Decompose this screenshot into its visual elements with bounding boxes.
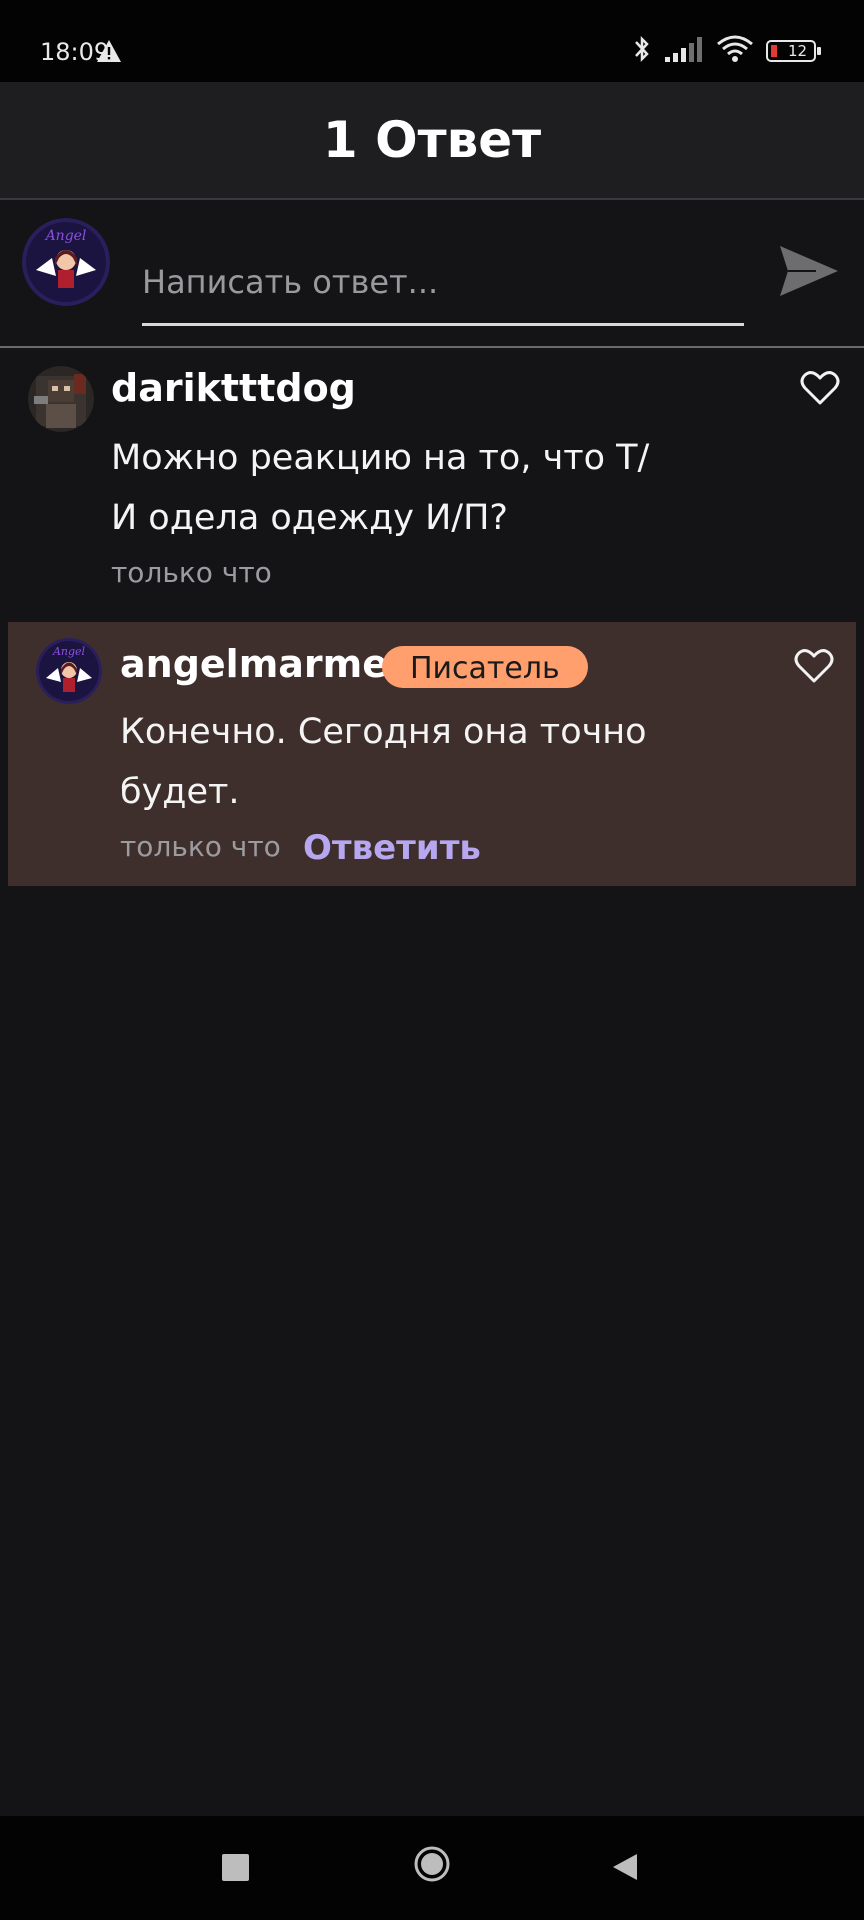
comment-item: dariktttdog Можно реакцию на то, что Т/И… bbox=[0, 348, 864, 618]
system-nav-bar bbox=[0, 1816, 864, 1920]
wifi-icon bbox=[716, 34, 754, 68]
reply-text: Конечно. Сегодня она точно будет. bbox=[120, 712, 647, 812]
send-icon[interactable] bbox=[776, 238, 842, 304]
user-avatar: Angel bbox=[22, 218, 110, 306]
writer-badge: Писатель bbox=[382, 646, 588, 688]
battery-fill bbox=[771, 45, 777, 57]
heart-outline-icon[interactable] bbox=[800, 370, 840, 406]
reply-input[interactable] bbox=[142, 240, 744, 326]
comment-text: Можно реакцию на то, что Т/И одела одежд… bbox=[111, 438, 650, 538]
back-icon[interactable] bbox=[610, 1852, 640, 1882]
commenter-avatar bbox=[28, 366, 94, 432]
signal-icon bbox=[664, 35, 704, 67]
heart-outline-icon[interactable] bbox=[794, 648, 834, 684]
svg-text:Angel: Angel bbox=[52, 645, 86, 658]
reply-username[interactable]: angelmarmer bbox=[120, 642, 407, 686]
bluetooth-icon bbox=[632, 34, 652, 68]
home-icon[interactable] bbox=[413, 1845, 451, 1883]
svg-text:Angel: Angel bbox=[44, 228, 87, 244]
comment-username[interactable]: dariktttdog bbox=[111, 366, 356, 410]
screen: 18:09 12 1 Ответ Angel Написать ответ...… bbox=[0, 0, 864, 1920]
comment-timestamp: только что bbox=[111, 556, 272, 589]
recent-apps-icon[interactable] bbox=[222, 1854, 249, 1881]
status-icons: 12 bbox=[632, 34, 821, 68]
status-bar: 18:09 12 bbox=[0, 0, 864, 82]
warning-icon bbox=[96, 39, 122, 67]
battery-level: 12 bbox=[788, 42, 808, 60]
reply-composer: Angel bbox=[0, 200, 864, 348]
reply-timestamp: только что bbox=[120, 830, 281, 863]
header: 1 Ответ bbox=[0, 82, 864, 200]
battery-icon: 12 bbox=[766, 40, 821, 62]
page-title: 1 Ответ bbox=[322, 111, 542, 169]
author-avatar: Angel bbox=[36, 638, 102, 704]
reply-button[interactable]: Ответить bbox=[303, 828, 481, 868]
reply-item: Angel angelmarmer Писатель Конечно. Сего… bbox=[8, 622, 856, 886]
